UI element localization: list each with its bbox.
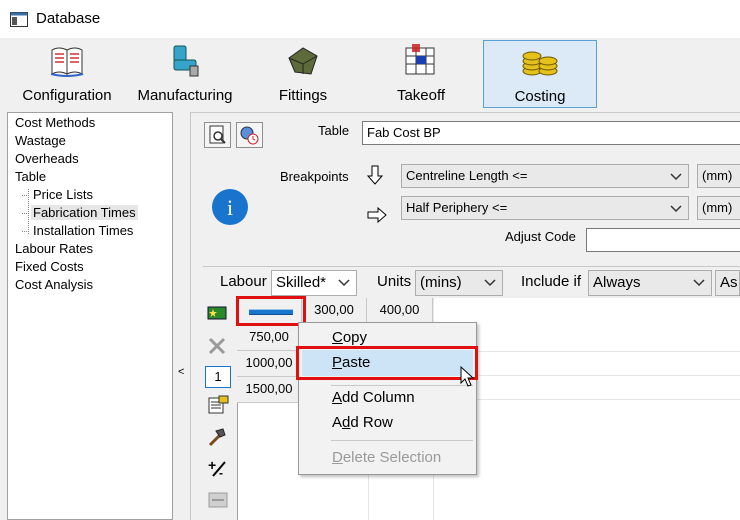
network-settings-button[interactable] — [236, 122, 263, 148]
include-if-label: Include if — [521, 273, 582, 290]
hammer-icon[interactable] — [207, 427, 227, 447]
menu-item-delete-selection[interactable]: Delete Selection — [332, 449, 441, 466]
breakpoint-2-select[interactable]: Half Periphery <= — [401, 196, 689, 220]
chevron-down-icon — [338, 279, 350, 287]
tree-item-overheads[interactable]: Overheads — [15, 150, 79, 167]
callout-highlight — [296, 346, 478, 380]
svg-text:i: i — [227, 195, 233, 220]
ribbon-takeoff[interactable]: Takeoff — [376, 40, 466, 108]
table-label: Table — [318, 123, 350, 138]
ribbon-manufacturing-label: Manufacturing — [137, 87, 233, 104]
collapse-panel-arrow[interactable]: < — [178, 366, 184, 378]
tree-item-cost-methods[interactable]: Cost Methods — [15, 114, 95, 131]
chevron-down-icon — [484, 279, 496, 287]
extra-select[interactable]: As — [715, 270, 740, 296]
paste-table-icon[interactable] — [207, 395, 229, 415]
adjust-code-label: Adjust Code — [505, 229, 576, 244]
tree-item-labour-rates[interactable]: Labour Rates — [15, 240, 93, 257]
app-window-icon — [10, 12, 28, 27]
arrow-down-icon — [366, 165, 384, 185]
grid-column-header[interactable]: 300,00 — [302, 298, 367, 325]
tree-item-fabrication-times-label: Fabrication Times — [31, 205, 138, 220]
svg-text:+: + — [208, 458, 216, 473]
merge-disabled-icon[interactable] — [207, 490, 229, 510]
labour-value: Skilled* — [276, 274, 327, 291]
ribbon-configuration-label: Configuration — [22, 87, 112, 104]
ribbon-fittings[interactable]: Fittings — [258, 40, 348, 108]
ribbon-takeoff-label: Takeoff — [396, 87, 446, 104]
pipe-icon — [173, 45, 199, 77]
chevron-down-icon — [670, 205, 682, 213]
units-label: Units — [377, 273, 412, 290]
preview-button[interactable] — [204, 122, 231, 148]
tree-item-wastage[interactable]: Wastage — [15, 132, 66, 149]
grid-row-header[interactable]: 1500,00 — [237, 377, 302, 403]
info-icon: i — [212, 189, 248, 225]
tree-connector — [22, 195, 29, 196]
breakpoints-label: Breakpoints — [280, 169, 349, 184]
book-icon — [50, 47, 84, 77]
breakpoint-2-unit-select[interactable]: (mm) — [697, 196, 740, 220]
labour-select[interactable]: Skilled* — [271, 270, 357, 296]
chevron-down-icon — [670, 173, 682, 181]
coins-icon — [522, 51, 558, 76]
ribbon-costing[interactable]: Costing — [483, 40, 597, 108]
context-menu: Copy Paste Add Column Add Row Delete Sel… — [298, 322, 477, 475]
menu-item-copy[interactable]: Copy — [332, 329, 367, 346]
breakpoint-1-unit-select[interactable]: (mm) — [697, 164, 740, 188]
units-value: (mins) — [420, 274, 462, 291]
delete-icon[interactable] — [207, 336, 227, 356]
tree-item-fabrication-times[interactable]: Fabrication Times — [31, 204, 138, 221]
chevron-down-icon — [693, 279, 705, 287]
percent-adjust-icon[interactable]: + - — [207, 458, 229, 478]
globe-clock-icon — [240, 126, 259, 145]
grid-row-header[interactable]: 1000,00 — [237, 351, 302, 377]
takeoff-icon — [405, 44, 435, 75]
tree-item-price-lists[interactable]: Price Lists — [33, 186, 93, 203]
breakpoint-1-select[interactable]: Centreline Length <= — [401, 164, 689, 188]
row-spin-field[interactable]: 1 — [205, 366, 231, 388]
tree-connector — [22, 213, 29, 214]
menu-separator — [331, 385, 473, 386]
document-search-icon — [209, 125, 226, 144]
callout-highlight — [236, 296, 306, 326]
mouse-cursor-icon — [460, 366, 475, 387]
tree-item-cost-analysis[interactable]: Cost Analysis — [15, 276, 93, 293]
window-title: Database — [36, 10, 101, 27]
labour-label: Labour — [220, 273, 267, 290]
svg-text:-: - — [219, 466, 223, 478]
grid-row-header[interactable]: 750,00 — [237, 325, 302, 351]
tree-connector — [22, 231, 29, 232]
tree-item-table[interactable]: Table — [15, 168, 46, 185]
breakpoint-2-value: Half Periphery <= — [406, 200, 508, 215]
include-if-select[interactable]: Always — [588, 270, 712, 296]
title-bar: Database — [0, 0, 740, 38]
tree-item-fixed-costs[interactable]: Fixed Costs — [15, 258, 84, 275]
breakpoint-1-value: Centreline Length <= — [406, 168, 528, 183]
adjust-code-field[interactable] — [586, 228, 740, 252]
menu-item-add-row[interactable]: Add Row — [332, 414, 393, 431]
fitting-icon — [288, 47, 318, 75]
add-table-icon[interactable] — [207, 305, 227, 321]
ribbon-manufacturing[interactable]: Manufacturing — [130, 40, 240, 108]
table-name-field[interactable]: Fab Cost BP — [362, 121, 740, 145]
arrow-right-icon — [367, 206, 387, 224]
ribbon-fittings-label: Fittings — [278, 87, 328, 104]
include-if-value: Always — [593, 274, 641, 291]
menu-separator — [331, 440, 473, 441]
grid-column-header[interactable]: 400,00 — [367, 298, 433, 325]
tree-item-installation-times[interactable]: Installation Times — [33, 222, 133, 239]
ribbon-configuration[interactable]: Configuration — [12, 40, 122, 108]
units-select[interactable]: (mins) — [415, 270, 503, 296]
ribbon-costing-label: Costing — [514, 88, 566, 105]
menu-item-add-column[interactable]: Add Column — [332, 389, 415, 406]
navigation-tree: Cost Methods Wastage Overheads Table Pri… — [7, 112, 173, 520]
